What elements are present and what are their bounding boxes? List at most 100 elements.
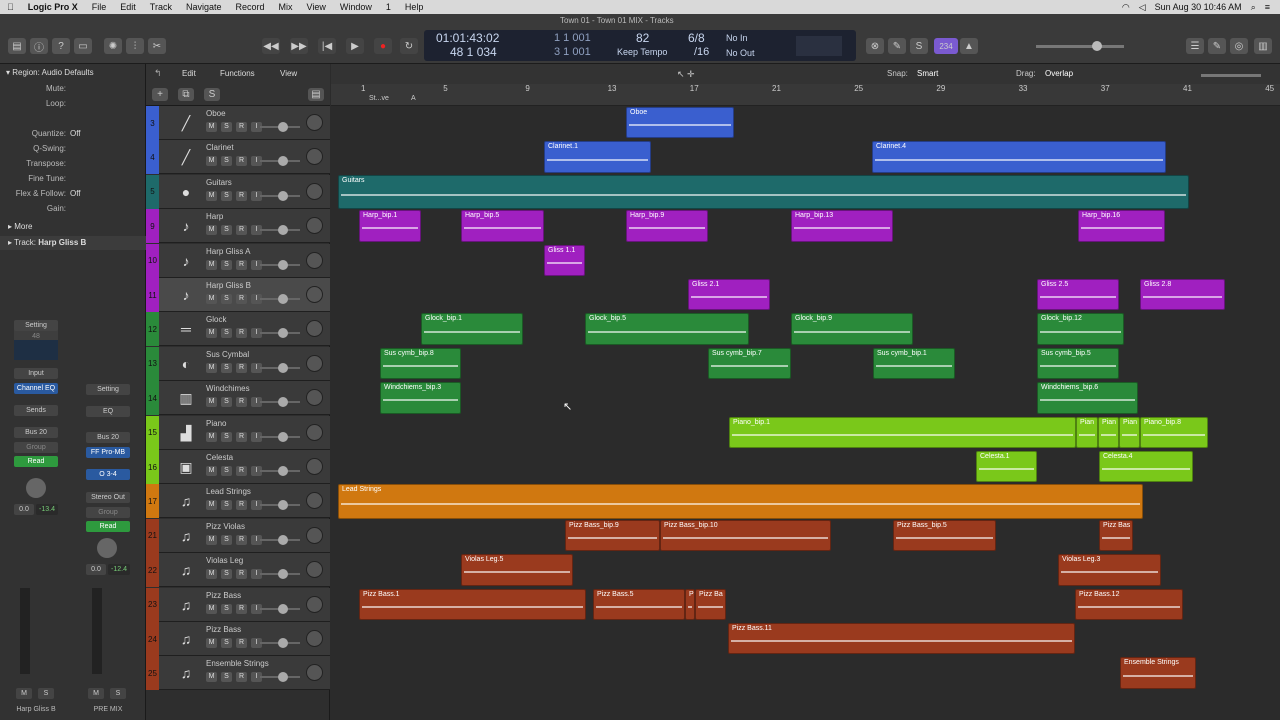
pan-knob[interactable]: [306, 217, 323, 235]
strip-group[interactable]: Group: [14, 442, 58, 453]
menu-view[interactable]: View: [300, 2, 333, 12]
menu-record[interactable]: Record: [229, 2, 272, 12]
region[interactable]: Harp_bip.9: [626, 210, 708, 242]
strip2-mute[interactable]: M: [88, 688, 104, 699]
region[interactable]: Violas Leg.5: [461, 554, 573, 586]
region[interactable]: Harp_bip.5: [461, 210, 544, 242]
record-button[interactable]: R: [236, 603, 247, 614]
record-button[interactable]: R: [236, 500, 247, 511]
solo-button[interactable]: S: [221, 672, 232, 683]
track-row[interactable]: 16 ▣ Celesta M S R I: [146, 450, 330, 484]
track-name[interactable]: Ensemble Strings: [206, 659, 269, 668]
mute-button[interactable]: M: [206, 259, 217, 270]
track-name[interactable]: Harp Gliss B: [206, 281, 251, 290]
track-row[interactable]: 4 ╱ Clarinet M S R I: [146, 140, 330, 175]
menu-window[interactable]: Window: [333, 2, 379, 12]
mute-button[interactable]: M: [206, 156, 217, 167]
record-button[interactable]: R: [236, 328, 247, 339]
solo-button[interactable]: S: [221, 638, 232, 648]
mute-button[interactable]: M: [206, 672, 217, 683]
record-button[interactable]: R: [236, 225, 247, 236]
pan-knob[interactable]: [306, 389, 323, 407]
apple-icon[interactable]: : [0, 2, 21, 12]
mute-button[interactable]: M: [206, 500, 217, 511]
track-name[interactable]: Pizz Bass: [206, 591, 241, 600]
solo-button[interactable]: S: [221, 294, 232, 304]
strip2-automation-mode[interactable]: Read: [86, 521, 130, 532]
app-menu[interactable]: Logic Pro X: [21, 2, 85, 12]
volume-slider[interactable]: [260, 294, 300, 304]
inspector-finetune[interactable]: Fine Tune:: [0, 174, 146, 188]
record-button[interactable]: R: [236, 672, 247, 683]
region[interactable]: Harp_bip.1: [359, 210, 421, 242]
volume-slider[interactable]: [260, 397, 300, 408]
strip2-group[interactable]: Group: [86, 507, 130, 518]
volume-slider[interactable]: [260, 672, 300, 683]
region[interactable]: Pizz Bass.1: [359, 588, 586, 620]
region[interactable]: Pizz Bass.5: [593, 588, 685, 620]
pan-knob[interactable]: [306, 492, 323, 510]
region[interactable]: Sus cymb_bip.5: [1037, 347, 1119, 380]
region-inspector-title[interactable]: ▾ Region: Audio Defaults: [6, 68, 94, 77]
volume-slider[interactable]: [260, 569, 300, 580]
track-name[interactable]: Sus Cymbal: [206, 350, 249, 359]
region[interactable]: Sus cymb_bip.1: [873, 347, 955, 380]
track-row[interactable]: 12 ═ Glock M S R I: [146, 312, 330, 347]
region[interactable]: Harp_bip.16: [1078, 210, 1165, 242]
strip-sends[interactable]: Sends: [14, 405, 58, 416]
volume-slider[interactable]: [260, 328, 300, 339]
forward-icon[interactable]: ▶▶: [290, 38, 308, 54]
region[interactable]: Pizz Bass_bip.5: [893, 519, 996, 552]
track-name[interactable]: Violas Leg: [206, 556, 243, 565]
region[interactable]: Glock_bip.12: [1037, 313, 1124, 345]
region[interactable]: Windchiems_bip.3: [380, 382, 461, 414]
mute-button[interactable]: M: [206, 328, 217, 339]
region[interactable]: Windchiems_bip.6: [1037, 382, 1138, 414]
pan-knob[interactable]: [306, 423, 323, 441]
timeline-ruler[interactable]: 1 5 9 13 17 21 25 29 33 37 41 45 St...ve A: [331, 84, 1280, 106]
region[interactable]: Gliss 2.5: [1037, 279, 1119, 311]
region[interactable]: Pizz Bas: [1099, 519, 1133, 552]
menu-mix[interactable]: Mix: [272, 2, 300, 12]
region[interactable]: Gliss 2.8: [1140, 279, 1225, 311]
track-row[interactable]: 10 ♪ Harp Gliss AMSRI: [146, 243, 330, 278]
mute-button[interactable]: M: [206, 190, 217, 201]
track-row[interactable]: 24 ♫ Pizz Bass M S R I: [146, 622, 330, 656]
strip2-input[interactable]: Bus 20: [86, 432, 130, 443]
inspector-transpose[interactable]: Transpose:: [0, 159, 146, 173]
inspector-quantize[interactable]: Quantize: Off: [0, 129, 146, 143]
strip-mute[interactable]: M: [16, 688, 32, 699]
arrange-area[interactable]: ↖ ✛ Snap: Smart Drag: Overlap 1 5 9 13 17 21 2…: [331, 64, 1280, 720]
region[interactable]: Glock_bip.5: [585, 313, 749, 345]
loop-browser-icon[interactable]: ◎: [1230, 38, 1248, 54]
region[interactable]: Clarinet.4: [872, 141, 1166, 173]
strip2-plugin[interactable]: FF Pro-MB: [86, 447, 130, 458]
pan-knob[interactable]: [306, 320, 323, 338]
track-name[interactable]: Glock: [206, 315, 226, 324]
region[interactable]: Ensemble Strings: [1120, 657, 1196, 689]
volume-slider[interactable]: [260, 500, 300, 511]
strip2-solo[interactable]: S: [110, 688, 126, 699]
track-name[interactable]: Lead Strings: [206, 487, 251, 496]
cycle-icon[interactable]: ↻: [400, 38, 418, 54]
region[interactable]: Harp_bip.13: [791, 210, 893, 242]
solo-track-icon[interactable]: S: [204, 88, 220, 101]
volume-slider[interactable]: [260, 466, 300, 476]
region[interactable]: Glock_bip.9: [791, 313, 913, 345]
volume-slider[interactable]: [260, 431, 300, 442]
record-button[interactable]: R: [236, 466, 247, 476]
track-inspector-header[interactable]: ▸ Track: Harp Gliss B: [0, 236, 146, 250]
spotlight-icon[interactable]: ⌕: [1251, 2, 1256, 13]
menu-navigate[interactable]: Navigate: [179, 2, 229, 12]
region[interactable]: Lead Strings: [338, 484, 1143, 519]
volume-slider[interactable]: [260, 122, 300, 132]
pan-knob[interactable]: [306, 561, 323, 579]
strip-fader[interactable]: [20, 588, 30, 674]
pointer-tool-icon[interactable]: ↖ ✛: [677, 69, 695, 80]
volume-slider[interactable]: [260, 603, 300, 614]
region[interactable]: Sus cymb_bip.8: [380, 347, 461, 380]
list-icon[interactable]: ≡: [1265, 2, 1270, 12]
pan-knob[interactable]: [306, 286, 323, 303]
add-track-icon[interactable]: +: [152, 88, 168, 101]
volume-slider[interactable]: [260, 259, 300, 270]
